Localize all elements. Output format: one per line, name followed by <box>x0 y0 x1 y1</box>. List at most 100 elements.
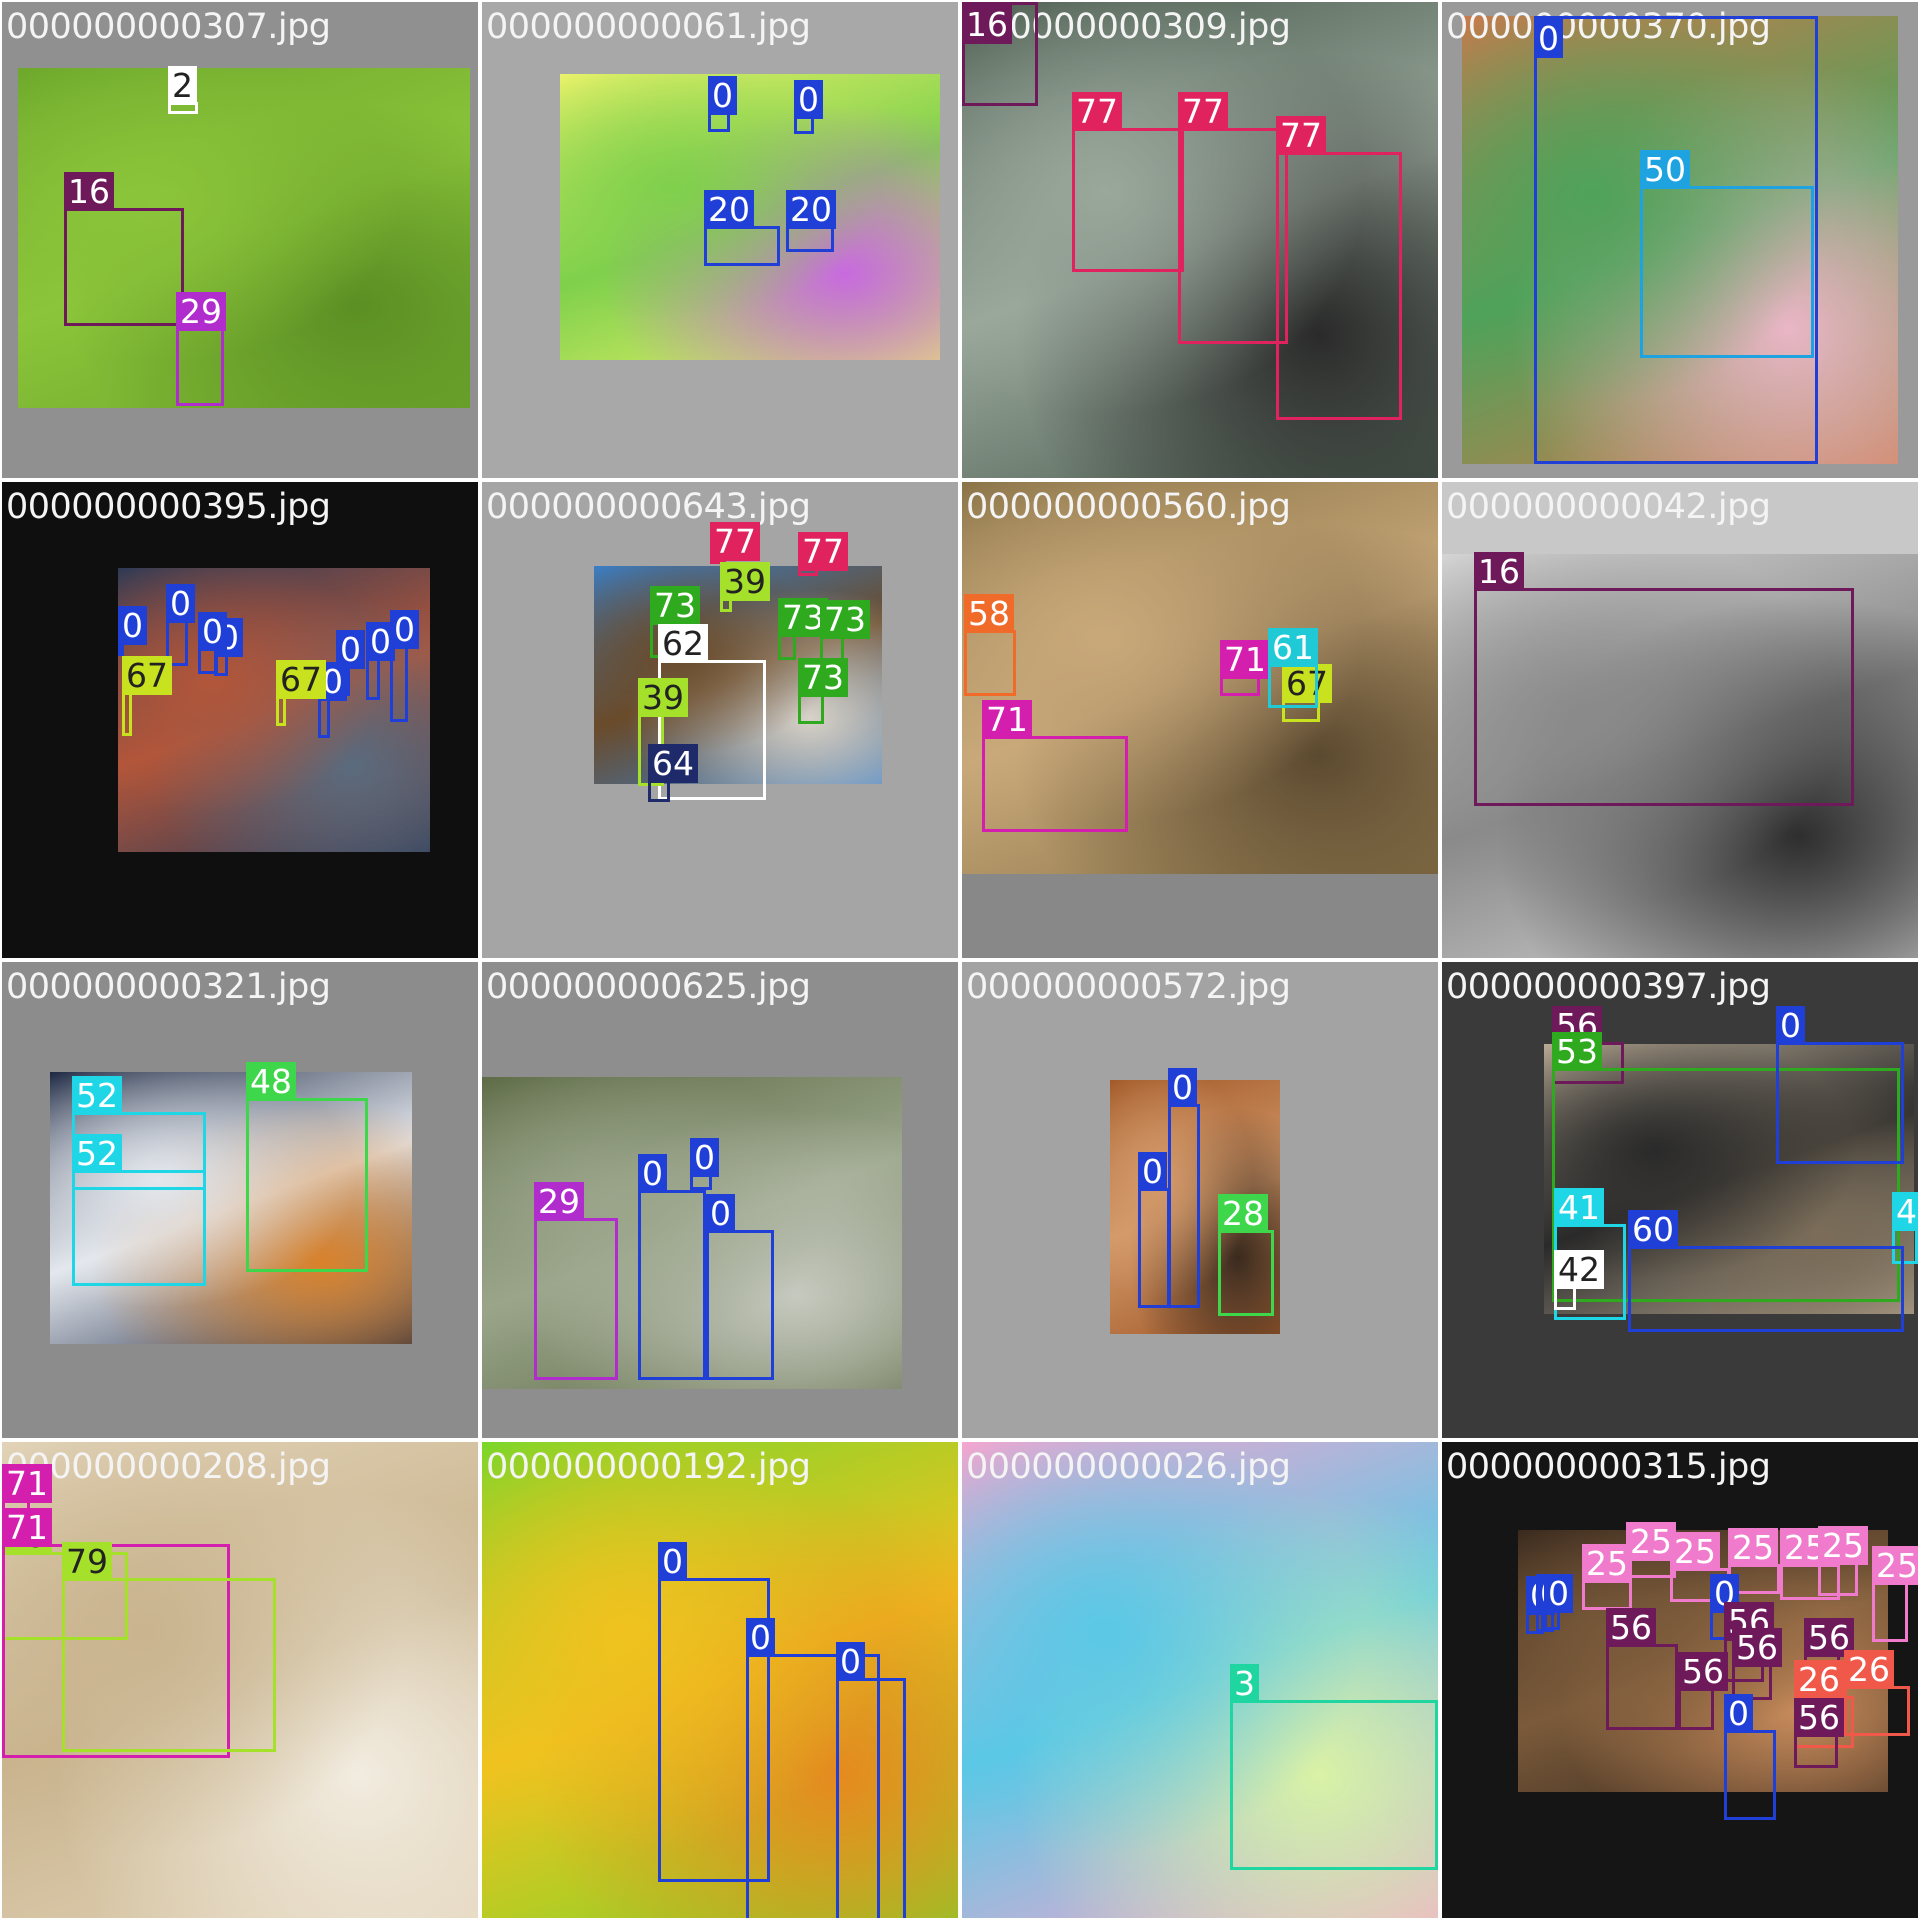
detection-box: 25 <box>1818 1526 1868 1596</box>
detection-class-label: 39 <box>720 562 770 601</box>
tile-filename: 000000000307.jpg <box>6 7 331 47</box>
detection-class-label: 73 <box>798 658 848 697</box>
detection-class-label: 53 <box>1552 1032 1602 1071</box>
mosaic-tile[interactable]: 000000000208.jpg71797179 <box>2 1442 478 1918</box>
mosaic-tile[interactable]: 000000000370.jpg 0 50 <box>1442 2 1918 478</box>
detection-box: 77 <box>1276 116 1402 420</box>
detection-class-label: 26 <box>1794 1660 1844 1699</box>
tile-filename: 000000000643.jpg <box>486 487 811 527</box>
detection-class-label: 50 <box>1640 150 1690 189</box>
detection-class-label: 2 <box>168 66 197 105</box>
detection-box: 67 <box>276 660 326 726</box>
mosaic-tile[interactable]: 000000000315.jpg252525252525250000565656… <box>1442 1442 1918 1918</box>
detection-class-label: 56 <box>1606 1608 1656 1647</box>
detection-box: 71 <box>1220 640 1270 696</box>
detection-class-label: 56 <box>1678 1652 1728 1691</box>
detection-box: 0 <box>1724 1694 1776 1820</box>
detection-box: 77 <box>1072 92 1184 272</box>
detection-class-label: 42 <box>1554 1250 1604 1289</box>
detection-class-label: 29 <box>176 292 226 331</box>
detection-class-label: 25 <box>1582 1544 1632 1583</box>
detection-box: 56 <box>1606 1608 1678 1730</box>
mosaic-tile[interactable]: 000000000625.jpg 29 0 0 0 <box>482 962 958 1438</box>
detection-box: 25 <box>1872 1546 1918 1642</box>
detection-box: 29 <box>176 292 226 406</box>
mosaic-tile[interactable]: 000000000307.jpg 2 16 29 <box>2 2 478 478</box>
detection-class-label: 67 <box>276 660 326 699</box>
tile-filename: 000000000395.jpg <box>6 487 331 527</box>
mosaic-tile[interactable]: 000000000061.jpg 0 0 20 20 <box>482 2 958 478</box>
detection-class-label: 25 <box>1670 1532 1720 1571</box>
detection-class-label: 62 <box>658 624 708 663</box>
mosaic-tile[interactable]: 000000000560.jpg 58 71 71 67 61 <box>962 482 1438 958</box>
detection-box: 20 <box>786 190 836 252</box>
detection-box: 61 <box>1268 628 1318 708</box>
detection-box: 16 <box>962 2 1038 106</box>
detection-class-label: 79 <box>62 1542 112 1581</box>
detection-box: 39 <box>720 562 770 612</box>
detection-box: 20 <box>704 190 780 266</box>
tile-photo <box>118 568 430 852</box>
detection-box: 73 <box>798 658 848 724</box>
detection-class-label: 28 <box>1218 1194 1268 1233</box>
detection-box: 0 <box>708 76 737 132</box>
detection-box: 0 <box>1544 1574 1573 1630</box>
detection-class-label: 77 <box>1178 92 1228 131</box>
detection-box: 26 <box>1844 1650 1910 1736</box>
detection-class-label: 25 <box>1818 1526 1868 1565</box>
detection-box: 0 <box>690 1138 719 1190</box>
detection-class-label: 0 <box>1138 1152 1167 1191</box>
detection-box: 2 <box>168 66 198 114</box>
mosaic-tile[interactable]: 000000000395.jpg 0 0 0 0 0 0 0 0 67 67 <box>2 482 478 958</box>
detection-box: 73 <box>778 598 828 660</box>
detection-box: 42 <box>1554 1250 1604 1310</box>
detection-class-label: 71 <box>982 700 1032 739</box>
tile-filename: 000000000026.jpg <box>966 1447 1291 1487</box>
detection-box: 0 <box>706 1194 774 1380</box>
detection-box: 29 <box>534 1182 618 1380</box>
detection-class-label: 0 <box>1776 1006 1805 1045</box>
detection-box: 77 <box>1178 92 1288 344</box>
mosaic-tile[interactable]: 000000000309.jpg 16 77 77 77 <box>962 2 1438 478</box>
detection-box: 50 <box>1640 150 1814 358</box>
tile-filename: 000000000397.jpg <box>1446 967 1771 1007</box>
detection-class-label: 41 <box>1554 1188 1604 1227</box>
detection-class-label: 0 <box>1534 19 1563 58</box>
detection-class-label: 29 <box>534 1182 584 1221</box>
detection-box: 64 <box>648 744 698 802</box>
mosaic-tile[interactable]: 000000000572.jpg 0 0 28 <box>962 962 1438 1438</box>
detection-class-label: 58 <box>964 594 1014 633</box>
mosaic-tile[interactable]: 000000000643.jpg 77 77 39 73 73 73 73 62 39 64 <box>482 482 958 958</box>
detection-box: 0 <box>198 612 227 674</box>
detection-box: 28 <box>1218 1194 1274 1316</box>
detection-class-label: 41 <box>1892 1192 1918 1231</box>
detection-box: 0 <box>1776 1006 1904 1164</box>
detection-box: 25 <box>1626 1522 1676 1578</box>
detection-class-label: 25 <box>1626 1522 1676 1561</box>
detection-class-label: 0 <box>1724 1694 1753 1733</box>
detection-class-label: 56 <box>1794 1698 1844 1737</box>
detection-class-label: 20 <box>786 190 836 229</box>
tile-filename: 000000000315.jpg <box>1446 1447 1771 1487</box>
detection-class-label: 0 <box>746 1618 775 1657</box>
mosaic-tile[interactable]: 000000000026.jpg 3 <box>962 1442 1438 1918</box>
detection-box: 79 <box>62 1542 276 1752</box>
image-mosaic-grid: 000000000307.jpg 2 16 29 000000000061.jpg 0 0 2… <box>0 0 1920 1920</box>
detection-box: 67 <box>122 656 172 736</box>
detection-box: 56 <box>1678 1652 1728 1730</box>
detection-box: 0 <box>1168 1068 1200 1308</box>
detection-box: 71 <box>982 700 1128 832</box>
mosaic-tile[interactable]: 000000000321.jpg 52 52 48 <box>2 962 478 1438</box>
detection-class-label: 16 <box>64 172 114 211</box>
detection-class-label: 73 <box>650 586 700 625</box>
mosaic-tile[interactable]: 000000000192.jpg 0 0 0 <box>482 1442 958 1918</box>
detection-class-label: 77 <box>1072 92 1122 131</box>
detection-class-label: 71 <box>2 1508 52 1547</box>
detection-class-label: 0 <box>1544 1574 1573 1613</box>
mosaic-tile[interactable]: 000000000042.jpg 16 <box>1442 482 1918 958</box>
detection-class-label: 0 <box>390 610 419 649</box>
mosaic-tile[interactable]: 000000000397.jpg5653041416042 <box>1442 962 1918 1438</box>
detection-class-label: 0 <box>708 76 737 115</box>
detection-box: 16 <box>64 172 184 326</box>
detection-class-label: 0 <box>794 80 823 119</box>
